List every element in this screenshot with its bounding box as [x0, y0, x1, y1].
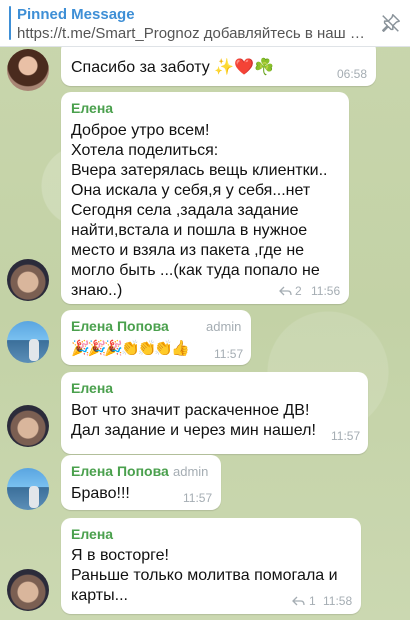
message-bubble[interactable]: Елена Попова admin 🎉🎉🎉👏👏👏👍 11:57	[61, 310, 251, 365]
avatar[interactable]	[7, 468, 49, 510]
message-time: 11:58	[323, 594, 353, 608]
avatar[interactable]	[7, 569, 49, 611]
message-time: 11:57	[183, 491, 213, 505]
message-time: 11:57	[214, 347, 244, 361]
message-text: Доброе утро всем! Хотела поделиться: Вче…	[71, 122, 328, 299]
sender-name[interactable]: Елена Попова	[71, 463, 169, 479]
avatar[interactable]	[7, 321, 49, 363]
message-text: Спасибо за заботу ✨❤️☘️	[71, 59, 274, 76]
sender-name[interactable]: Елена	[71, 100, 113, 116]
message-time: 11:57	[331, 429, 361, 443]
reply-count[interactable]: 2	[295, 284, 302, 298]
unpin-icon[interactable]	[380, 12, 402, 34]
message-time: 06:58	[337, 67, 368, 81]
admin-badge: admin	[206, 319, 242, 334]
sender-name[interactable]: Елена	[71, 380, 113, 396]
avatar[interactable]	[7, 405, 49, 447]
message-bubble[interactable]: Елена Вот что значит раскаченное ДВ! Дал…	[61, 372, 368, 454]
reply-count[interactable]: 1	[309, 594, 316, 608]
reply-arrow-icon	[292, 596, 305, 606]
pinned-message-bar[interactable]: Pinned Message https://t.me/Smart_Progno…	[0, 0, 410, 47]
pinned-accent-line	[9, 6, 11, 40]
sender-name[interactable]: Елена Попова	[71, 318, 169, 334]
reply-arrow-icon	[279, 286, 292, 296]
sender-name[interactable]: Елена	[71, 526, 113, 542]
message-text: Браво!!!	[71, 485, 130, 502]
message-text: 🎉🎉🎉👏👏👏👍	[71, 340, 190, 357]
message-text: Вот что значит раскаченное ДВ! Дал задан…	[71, 402, 316, 439]
pinned-title: Pinned Message	[17, 6, 135, 23]
message-bubble[interactable]: Елена Доброе утро всем! Хотела поделитьс…	[61, 92, 349, 304]
avatar[interactable]	[7, 49, 49, 91]
avatar[interactable]	[7, 259, 49, 301]
message-time: 11:56	[311, 284, 341, 298]
message-bubble[interactable]: Елена Попова admin Браво!!! 11:57	[61, 455, 221, 510]
pinned-text: https://t.me/Smart_Prognoz добавляйтесь …	[17, 25, 372, 42]
admin-badge: admin	[173, 464, 209, 479]
message-bubble[interactable]: Елена Я в восторге! Раньше только молитв…	[61, 518, 361, 614]
